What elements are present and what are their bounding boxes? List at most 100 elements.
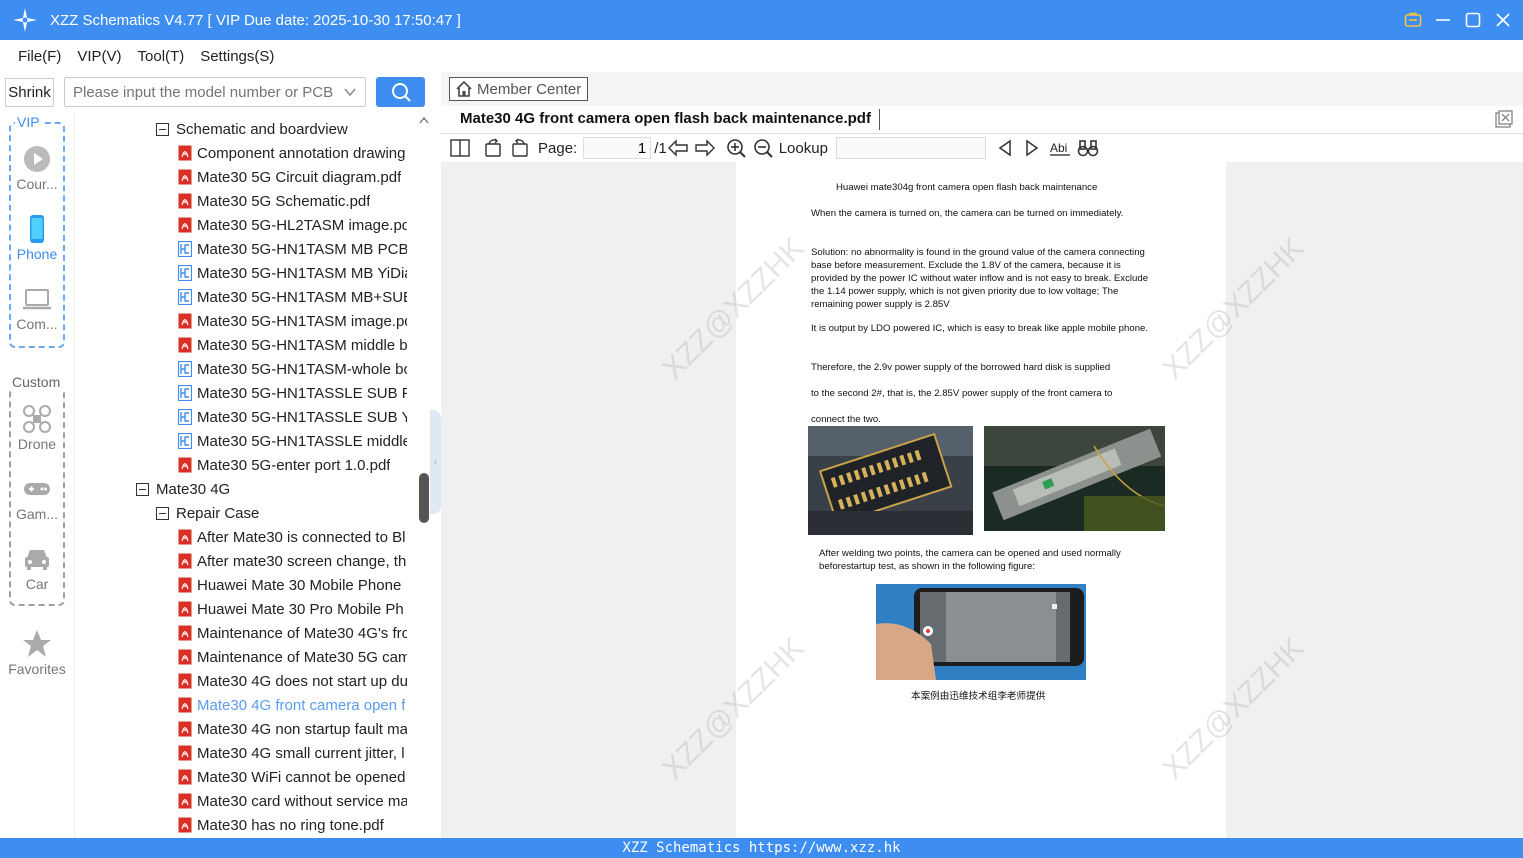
category-label: Favorites [8, 661, 66, 677]
category-car[interactable]: Car [0, 544, 74, 592]
category-label: Cour... [16, 176, 58, 192]
pcb-file-icon [178, 409, 192, 425]
category-phone[interactable]: Phone [0, 214, 74, 262]
tree-file[interactable]: Mate30 4G non startup fault ma [178, 717, 407, 741]
close-tab-icon[interactable] [1495, 110, 1513, 131]
tree-file[interactable]: Mate30 5G-HN1TASM middle b [178, 333, 407, 357]
minimize-button[interactable] [1433, 10, 1453, 30]
model-search-combobox[interactable] [64, 77, 366, 107]
category-label: Gam... [15, 506, 58, 522]
tree-file[interactable]: After Mate30 is connected to Bl [178, 525, 407, 549]
tree-file-label: Mate30 5G Circuit diagram.pdf [197, 168, 402, 186]
tree-file[interactable]: Mate30 card without service ma [178, 789, 407, 813]
tree-file[interactable]: Mate30 5G Circuit diagram.pdf [178, 165, 407, 189]
rotate-left-icon[interactable] [482, 137, 504, 159]
prev-page-icon[interactable] [667, 137, 689, 159]
vip-badge-icon[interactable] [1403, 10, 1423, 30]
pdf-toolbar: Page: /1 Lookup Abi [441, 134, 1523, 162]
close-button[interactable] [1493, 10, 1513, 30]
board-photo-right [984, 426, 1165, 531]
category-sidebar: VIP Cour... Phone Com... Custom Drone Ga… [0, 112, 74, 838]
tree-file[interactable]: Component annotation drawing [178, 141, 407, 165]
car-icon [25, 550, 49, 570]
shrink-button[interactable]: Shrink [5, 78, 54, 107]
document-tab[interactable]: Mate30 4G front camera open flash back m… [441, 106, 1523, 134]
tree-group-repair-case[interactable]: Repair Case [156, 501, 259, 525]
next-page-icon[interactable] [694, 137, 716, 159]
tree-file-label: After Mate30 is connected to Bl [197, 528, 406, 546]
rotate-right-icon[interactable] [509, 137, 531, 159]
category-games[interactable]: Gam... [0, 474, 74, 522]
tree-file[interactable]: Mate30 5G-HN1TASSLE middle [178, 429, 407, 453]
drone-icon [23, 405, 51, 433]
tree-file[interactable]: Mate30 5G-HN1TASM MB PCB [178, 237, 407, 261]
collapse-toggle-icon[interactable] [156, 122, 169, 136]
menu-bar: File(F) VIP(V) Tool(T) Settings(S) [0, 40, 1523, 72]
find-next-icon[interactable] [1021, 137, 1043, 159]
tree-file-label: Component annotation drawing [197, 144, 406, 162]
tree-file[interactable]: Mate30 5G-HN1TASM-whole bo [178, 357, 407, 381]
find-prev-icon[interactable] [994, 137, 1016, 159]
pdf-viewer[interactable]: Huawei mate304g front camera open flash … [441, 162, 1523, 838]
collapse-toggle-icon[interactable] [156, 506, 169, 520]
collapse-panel-handle[interactable]: ‹ [430, 410, 441, 514]
menu-settings[interactable]: Settings(S) [200, 48, 274, 65]
menu-file[interactable]: File(F) [18, 48, 61, 65]
collapse-toggle-icon[interactable] [136, 482, 149, 496]
document-paragraph: connect the two. [811, 414, 881, 425]
tree-scrollbar-thumb[interactable] [419, 473, 429, 523]
pdf-file-icon [178, 313, 192, 329]
binoculars-icon[interactable] [1077, 137, 1099, 159]
maximize-button[interactable] [1463, 10, 1483, 30]
tree-file[interactable]: Mate30 5G-HN1TASSLE SUB YiD [178, 405, 407, 429]
zoom-in-icon[interactable] [725, 137, 747, 159]
menu-tool[interactable]: Tool(T) [138, 48, 185, 65]
tree-group-label: Repair Case [176, 504, 260, 522]
tree-file[interactable]: Mate30 5G-HN1TASM MB+SUB [178, 285, 407, 309]
tree-file[interactable]: Maintenance of Mate30 4G's fro [178, 621, 407, 645]
tree-file[interactable]: Mate30 WiFi cannot be opened [178, 765, 407, 789]
tree-file[interactable]: Mate30 5G-enter port 1.0.pdf [178, 453, 407, 477]
tree-file[interactable]: Mate30 5G-HN1TASSLE SUB PCB [178, 381, 407, 405]
category-drone[interactable]: Drone [0, 404, 74, 452]
tree-file-selected[interactable]: Mate30 4G front camera open f [178, 693, 407, 717]
lookup-input[interactable] [835, 137, 986, 159]
match-case-icon[interactable]: Abi [1048, 137, 1072, 159]
tree-file[interactable]: Maintenance of Mate30 5G cam [178, 645, 407, 669]
tree-group-model[interactable]: Mate30 4G [136, 477, 230, 501]
category-label: Drone [17, 436, 57, 452]
tree-file[interactable]: After mate30 screen change, the [178, 549, 407, 573]
tree-group-label: Mate30 4G [156, 480, 231, 498]
document-tab-title: Mate30 4G front camera open flash back m… [460, 110, 871, 127]
viewer-header [441, 72, 1523, 106]
tree-file-label: Mate30 5G-HN1TASM-whole bo [197, 360, 407, 378]
tree-file[interactable]: Mate30 4G small current jitter, l [178, 741, 407, 765]
pcb-file-icon [178, 385, 192, 401]
tree-file[interactable]: Mate30 5G-HL2TASM image.pdf [178, 213, 407, 237]
chevron-down-icon[interactable] [343, 85, 357, 103]
search-button[interactable] [376, 77, 425, 107]
title-bar: XZZ Schematics V4.77 [ VIP Due date: 202… [0, 0, 1523, 40]
tree-group-schematic[interactable]: Schematic and boardview [156, 117, 348, 141]
tree-file[interactable]: Huawei Mate 30 Pro Mobile Ph [178, 597, 407, 621]
zoom-out-icon[interactable] [752, 137, 774, 159]
category-favorites[interactable]: Favorites [0, 629, 74, 677]
pdf-file-icon [178, 673, 192, 689]
tree-file-label: Mate30 4G small current jitter, l [197, 744, 405, 762]
tree-file[interactable]: Mate30 4G does not start up du [178, 669, 407, 693]
document-paragraph: After welding two points, the camera can… [819, 548, 1121, 572]
member-center-button[interactable]: Member Center [449, 77, 588, 101]
tree-file[interactable]: Mate30 has no ring tone.pdf [178, 813, 407, 837]
menu-vip[interactable]: VIP(V) [77, 48, 121, 65]
category-courses[interactable]: Cour... [0, 144, 74, 192]
file-tree[interactable]: Schematic and boardview Component annotat… [74, 112, 430, 838]
page-number-input[interactable] [583, 137, 652, 159]
tree-file[interactable]: Mate30 5G Schematic.pdf [178, 189, 407, 213]
tree-file[interactable]: Huawei Mate 30 Mobile Phone [178, 573, 407, 597]
model-search-input[interactable] [73, 83, 333, 101]
page-label: Page: [538, 139, 578, 157]
tree-file[interactable]: Mate30 5G-HN1TASM MB YiDian [178, 261, 407, 285]
tree-file[interactable]: Mate30 5G-HN1TASM image.pdf [178, 309, 407, 333]
sidebar-toggle-icon[interactable] [449, 137, 471, 159]
category-computer[interactable]: Com... [0, 284, 74, 332]
